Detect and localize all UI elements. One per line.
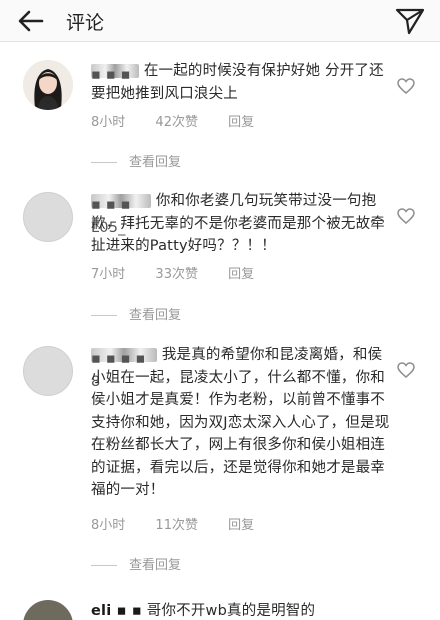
comment-meta: 7小时 33次赞 回复 [91,263,280,282]
divider-line [91,565,117,566]
like-count[interactable]: 42次赞 [155,115,198,130]
send-icon[interactable] [394,6,426,36]
comment-item: ▪ ▪ ▪ ▪ 8 我是真的希望你和昆凌离婚，和侯小姐在一起，昆凌太小了，什么都… [0,340,440,580]
view-replies-button[interactable]: 查看回复 [91,304,181,323]
username[interactable]: eli ▪ ▪ [91,603,142,619]
username[interactable]: ▪ ▪ ▪ [91,64,139,83]
like-heart-icon[interactable] [397,78,415,94]
comment-text-block: eli ▪ ▪ 哥你不开wb真的是明智的 [91,600,411,620]
comment-item: ▪ ▪ ▪ L05_ 你和你老婆几句玩笑带过没一句抱歉，拜托无辜的不是你老婆而是… [0,186,440,326]
comment-time: 8小时 [91,518,126,533]
comment-text-block: ▪ ▪ ▪ 在一起的时候没有保护好她 分开了还要把她推到风口浪尖上 [91,60,391,105]
comment-time: 7小时 [91,267,126,282]
reply-button[interactable]: 回复 [228,115,254,130]
top-bar: 评论 [0,0,440,42]
comment-item: ▪ ▪ ▪ 在一起的时候没有保护好她 分开了还要把她推到风口浪尖上 8小时 42… [0,54,440,172]
comment-text-block: ▪ ▪ ▪ ▪ 8 我是真的希望你和昆凌离婚，和侯小姐在一起，昆凌太小了，什么都… [91,344,391,502]
reply-button[interactable]: 回复 [228,518,254,533]
reply-button[interactable]: 回复 [228,267,254,282]
avatar[interactable] [23,60,73,110]
comment-text: 我是真的希望你和昆凌离婚，和侯小姐在一起，昆凌太小了，什么都不懂，你和侯小姐才是… [91,347,390,498]
like-count[interactable]: 33次赞 [155,267,198,282]
username[interactable]: ▪ ▪ ▪ L05_ [91,194,151,236]
like-heart-icon[interactable] [397,362,415,378]
comment-meta: 8小时 42次赞 回复 [91,111,280,130]
view-replies-label: 查看回复 [129,308,182,323]
comment-time: 8小时 [91,115,126,130]
page-title: 评论 [66,12,105,34]
divider-line [91,315,117,316]
comment-item: eli ▪ ▪ 哥你不开wb真的是明智的 [0,594,440,620]
avatar[interactable] [23,192,73,242]
back-arrow-icon[interactable] [16,7,46,35]
like-count[interactable]: 11次赞 [155,518,198,533]
view-replies-label: 查看回复 [129,155,182,170]
comment-text-block: ▪ ▪ ▪ L05_ 你和你老婆几句玩笑带过没一句抱歉，拜托无辜的不是你老婆而是… [91,190,391,258]
view-replies-button[interactable]: 查看回复 [91,554,181,573]
comment-meta: 8小时 11次赞 回复 [91,514,280,533]
view-replies-button[interactable]: 查看回复 [91,151,181,170]
avatar[interactable] [23,346,73,396]
avatar[interactable] [23,600,73,620]
divider-line [91,162,117,163]
view-replies-label: 查看回复 [129,558,182,573]
comment-text: 哥你不开wb真的是明智的 [146,603,316,619]
like-heart-icon[interactable] [397,208,415,224]
username[interactable]: ▪ ▪ ▪ ▪ 8 [91,348,157,390]
